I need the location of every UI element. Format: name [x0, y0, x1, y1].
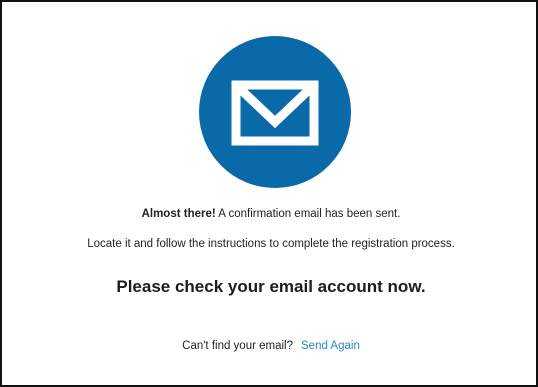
almost-there-label: Almost there!: [141, 208, 216, 220]
cant-find-text: Can't find your email?: [182, 340, 294, 352]
send-again-link[interactable]: Send Again: [301, 340, 360, 352]
resend-row: Can't find your email? Send Again: [2, 340, 538, 352]
sent-message: Almost there! A confirmation email has b…: [2, 208, 538, 220]
instructions-text: Locate it and follow the instructions to…: [87, 238, 455, 250]
envelope-icon: [231, 80, 319, 146]
check-email-heading: Please check your email account now.: [116, 277, 426, 296]
sent-text: A confirmation email has been sent.: [215, 208, 401, 220]
confirmation-dialog: Almost there! A confirmation email has b…: [0, 0, 538, 387]
envelope-badge: [199, 36, 351, 188]
